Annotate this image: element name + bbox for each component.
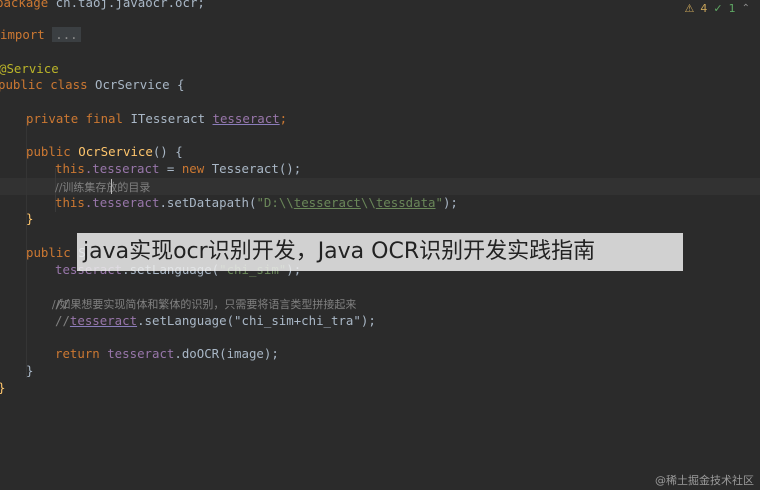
code-line-import[interactable]: import ... — [0, 26, 81, 43]
folded-imports[interactable]: ... — [52, 27, 81, 42]
code-line-comment-set-language[interactable]: //tesseract.setLanguage("chi_sim+chi_tra… — [55, 312, 376, 329]
code-line-comment-langs[interactable]: ////如果想要实现简体和繁体的识别，只需要将语言类型拼接起来 — [52, 295, 356, 312]
watermark: @稀土掘金技术社区 — [655, 474, 754, 487]
code-line-method-close[interactable]: } — [26, 362, 33, 379]
code-line-set-datapath[interactable]: this.tesseract.setDatapath("D:\\tesserac… — [55, 194, 458, 211]
code-line-constructor[interactable]: public OcrService() { — [26, 143, 183, 160]
code-line-package[interactable]: package cn.taoj.javaocr.ocr; — [0, 0, 205, 11]
warning-triangle-icon: ⚠ — [684, 1, 695, 15]
code-line-class-close[interactable]: } — [0, 379, 5, 396]
text-caret — [111, 179, 112, 194]
code-line-class-decl[interactable]: public class OcrService { — [0, 76, 185, 93]
code-line-field[interactable]: private final ITesseract tesseract; — [26, 110, 287, 127]
title-overlay-banner: java实现ocr识别开发，Java OCR识别开发实践指南 — [77, 233, 683, 271]
inspection-widget[interactable]: ⚠ 4 ✓ 1 ⌃ — [685, 0, 750, 17]
code-line-this-assign[interactable]: this.tesseract = new Tesseract(); — [55, 160, 301, 177]
code-line-annotation[interactable]: @Service — [0, 60, 59, 77]
chevron-up-icon[interactable]: ⌃ — [742, 2, 750, 16]
code-line-ctor-close[interactable]: } — [26, 210, 33, 227]
code-line-comment-dir[interactable]: //训练集存放的目录 — [55, 178, 150, 195]
code-line-return[interactable]: return tesseract.doOCR(image); — [55, 345, 279, 362]
check-icon: ✓ — [713, 1, 723, 15]
